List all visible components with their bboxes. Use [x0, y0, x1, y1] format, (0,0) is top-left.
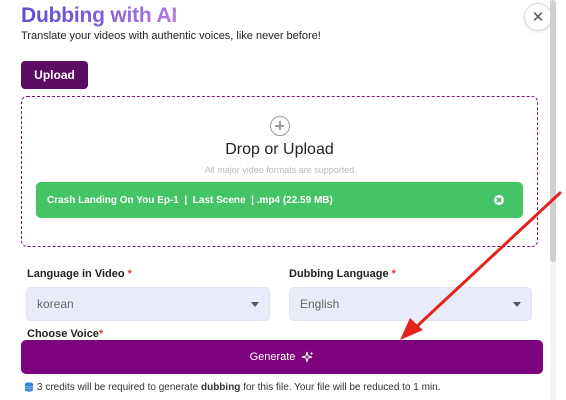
- dubbing-language-value: English: [300, 297, 340, 311]
- dropzone-subtitle: All major video formats are supported: [204, 165, 355, 175]
- page-title: Dubbing with AI: [21, 4, 178, 27]
- upload-button[interactable]: Upload: [21, 61, 88, 89]
- plus-circle-icon: [270, 116, 290, 136]
- uploaded-file-pill: Crash Landing On You Ep-1 | Last Scene |…: [36, 182, 523, 218]
- dubbing-language-label: Dubbing Language *: [289, 268, 396, 280]
- generate-button[interactable]: Generate: [21, 340, 543, 374]
- close-icon: ✕: [531, 9, 545, 26]
- footnote-prefix: 3 credits will be required to generate: [37, 381, 201, 393]
- footnote-bold: dubbing: [200, 381, 241, 393]
- chevron-down-icon: [251, 302, 259, 307]
- chevron-down-icon: [513, 302, 521, 307]
- remove-file-icon[interactable]: [494, 195, 504, 205]
- video-language-label: Language in Video *: [27, 268, 132, 280]
- dropzone-title: Drop or Upload: [225, 141, 334, 158]
- generate-label: Generate: [249, 351, 296, 363]
- page-subtitle: Translate your videos with authentic voi…: [21, 30, 321, 42]
- sparkle-icon: [301, 351, 314, 364]
- dubbing-language-select[interactable]: English: [289, 287, 532, 321]
- file-name: Crash Landing On You Ep-1 | Last Scene |…: [47, 194, 333, 206]
- dropzone[interactable]: Drop or Upload All major video formats a…: [21, 96, 538, 247]
- video-language-value: korean: [37, 297, 74, 311]
- coins-icon: [24, 381, 34, 393]
- close-button[interactable]: ✕: [524, 3, 552, 31]
- credits-footnote: 3 credits will be required to generate d…: [24, 381, 441, 393]
- choose-voice-label: Choose Voice*: [27, 328, 104, 340]
- footnote-suffix: for this file. Your file will be reduced…: [240, 381, 441, 393]
- video-language-select[interactable]: korean: [26, 287, 270, 321]
- scrollbar-thumb[interactable]: [550, 0, 556, 262]
